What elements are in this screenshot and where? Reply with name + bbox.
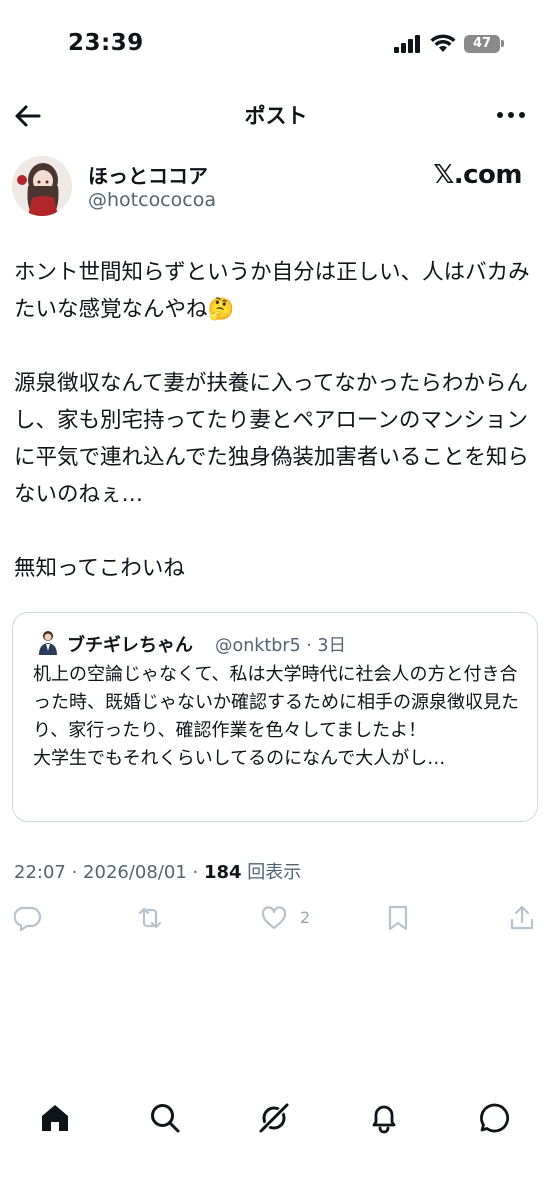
nav-home[interactable] (39, 1102, 71, 1134)
more-button[interactable] (496, 108, 526, 122)
battery-indicator: 47 (464, 34, 500, 53)
like-icon (261, 906, 287, 930)
share-icon (510, 905, 534, 930)
like-count: 2 (300, 908, 311, 927)
nav-messages[interactable] (479, 1102, 511, 1134)
brand-logo: 𝕏.com (433, 160, 522, 190)
quoted-post-card[interactable]: ブチギレちゃん @onktbr5 · 3日 机上の空論じゃなくて、私は大学時代に… (12, 612, 538, 822)
status-time: 23:39 (68, 30, 144, 56)
share-button[interactable] (508, 904, 536, 932)
like-button[interactable] (260, 904, 288, 932)
author-handle[interactable]: @hotcococoa (88, 189, 216, 211)
post-text: ホント世間知らずというか自分は正しい、人はバカみたいな感覚なんやね🤔 源泉徴収な… (14, 260, 530, 581)
quote-author-meta: @onktbr5 · 3日 (215, 636, 347, 656)
view-label: 回表示 (241, 862, 302, 883)
back-button[interactable] (14, 102, 42, 130)
reply-icon (14, 906, 42, 932)
page-title: ポスト (244, 104, 308, 128)
grok-icon (259, 1103, 289, 1133)
wifi-icon (430, 34, 456, 52)
repost-button[interactable] (136, 904, 164, 932)
nav-grok[interactable] (258, 1102, 290, 1134)
messages-icon (480, 1103, 510, 1133)
post-meta: 22:07 · 2026/08/01 · 184 回表示 (14, 858, 301, 884)
quote-text: 机上の空論じゃなくて、私は大学時代に社会人の方と付き合った時、既婚じゃないか確認… (33, 664, 519, 769)
search-icon (151, 1104, 180, 1133)
reply-button[interactable] (14, 904, 42, 932)
bookmark-button[interactable] (384, 904, 412, 932)
author-name[interactable]: ほっとココア (88, 160, 208, 189)
home-icon (42, 1105, 68, 1131)
notifications-icon (372, 1105, 396, 1134)
repost-icon (138, 907, 162, 929)
status-icons: 47 (394, 34, 504, 53)
battery-tip (501, 40, 504, 47)
back-arrow-icon (15, 105, 41, 127)
view-count: 184 (203, 862, 242, 883)
avatar-illustration (12, 156, 72, 216)
quote-author-name: ブチギレちゃん (67, 635, 193, 656)
signal-icon (394, 34, 420, 53)
more-icon (497, 112, 525, 118)
nav-notifications[interactable] (368, 1102, 400, 1134)
nav-search[interactable] (149, 1102, 181, 1134)
post-timestamp: 22:07 · 2026/08/01 · (14, 862, 204, 883)
bookmark-icon (388, 905, 408, 931)
quote-avatar (39, 631, 57, 655)
avatar[interactable] (12, 156, 72, 216)
